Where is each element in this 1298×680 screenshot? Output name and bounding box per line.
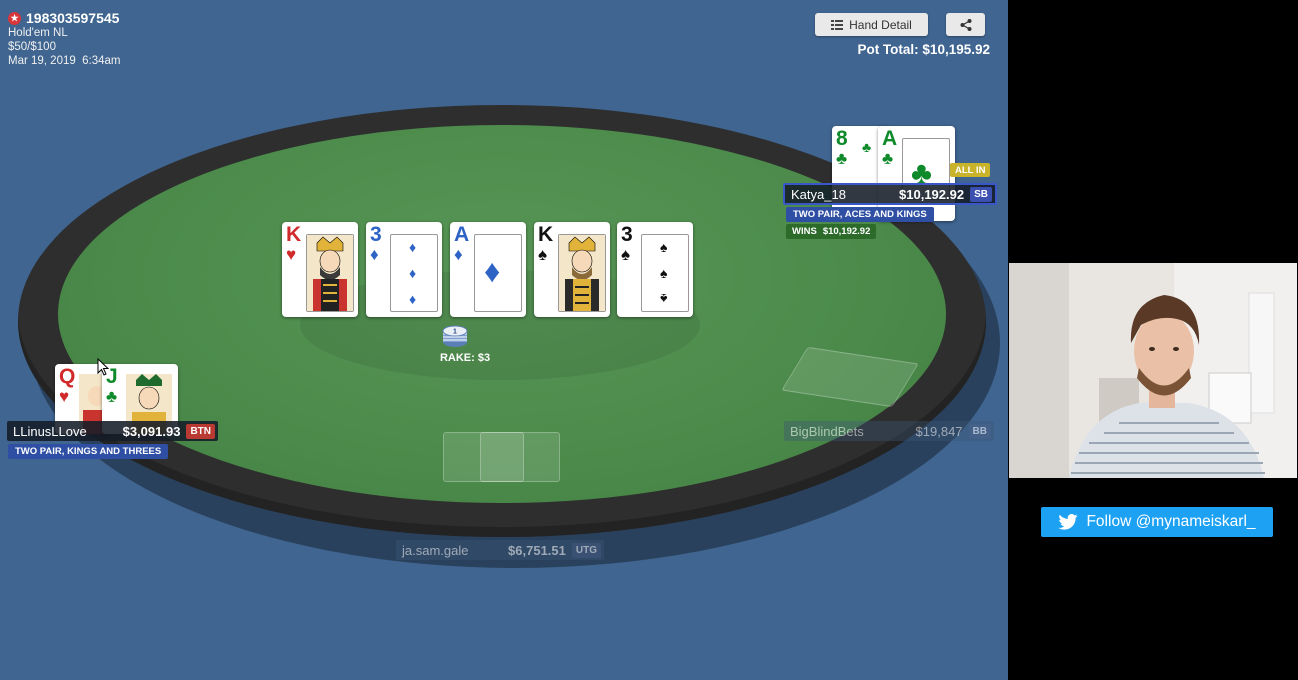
- player-stack: $10,192.92: [899, 186, 965, 202]
- card-face: ♦: [474, 234, 522, 312]
- club-icon: ♣: [106, 387, 118, 406]
- pokerstars-logo-icon: ★: [8, 11, 21, 25]
- bigblind-player-bar[interactable]: BigBlindBets $19,847 BB: [784, 421, 994, 441]
- diamond-icon: ♦: [484, 253, 501, 289]
- chip-stack-icon: 1: [442, 325, 468, 347]
- spade-icon: ♠: [660, 239, 668, 255]
- hand-datetime: Mar 19, 2019 6:34am: [8, 55, 121, 67]
- diamond-icon: ♦: [454, 245, 463, 264]
- card-rank: K: [538, 223, 554, 246]
- katya-player-bar[interactable]: Katya_18 $10,192.92 SB: [783, 183, 997, 205]
- hand-description: TWO PAIR, ACES AND KINGS: [786, 207, 934, 222]
- diamond-icon: ♦: [409, 265, 417, 281]
- king-face-image: [306, 234, 354, 312]
- club-icon: ♣: [882, 149, 894, 168]
- card-rank: 3: [621, 223, 633, 246]
- position-badge: BTN: [186, 423, 215, 439]
- twitter-follow-button[interactable]: Follow @mynameiskarl_: [1041, 507, 1273, 537]
- list-icon: [831, 19, 844, 30]
- player-stack: $3,091.93: [122, 423, 181, 439]
- diamond-icon: ♦: [370, 245, 379, 264]
- share-button[interactable]: [946, 13, 985, 36]
- spade-icon: ♠: [538, 245, 548, 264]
- stakes: $50/$100: [8, 41, 56, 53]
- pot-total: Pot Total: $10,195.92: [857, 42, 990, 57]
- diamond-icon: ♦: [409, 239, 417, 255]
- position-badge: BB: [968, 423, 991, 439]
- board-card-4: K ♠: [534, 222, 610, 317]
- webcam-image: [1009, 263, 1297, 478]
- share-icon: [960, 18, 971, 31]
- linus-player-bar[interactable]: LLinusLLove $3,091.93 BTN: [7, 421, 218, 441]
- heart-icon: ♥: [286, 245, 297, 264]
- card-rank: Q: [59, 365, 76, 388]
- hand-description: TWO PAIR, KINGS AND THREES: [8, 444, 169, 459]
- hand-detail-label: Hand Detail: [849, 17, 912, 32]
- diamond-icon: ♦: [409, 291, 417, 307]
- card-rank: 3: [370, 223, 382, 246]
- hand-id-row: ★ 198303597545: [8, 10, 121, 26]
- twitter-bird-icon: [1058, 514, 1079, 530]
- wins-label: WINS: [792, 226, 817, 237]
- hand-detail-button[interactable]: Hand Detail: [815, 13, 928, 36]
- jasam-player-bar[interactable]: ja.sam.gale $6,751.51 UTG: [396, 540, 604, 560]
- position-badge: UTG: [571, 542, 601, 558]
- card-rank: A: [882, 127, 898, 150]
- hand-id: 198303597545: [26, 10, 120, 26]
- player-stack: $19,847: [915, 423, 963, 439]
- club-icon: ♣: [862, 139, 872, 155]
- wins-amount: $10,192.92: [822, 226, 871, 237]
- card-rank: K: [286, 223, 302, 246]
- heart-icon: ♥: [59, 387, 70, 406]
- card-face: ♠ ♠ ♠: [641, 234, 689, 312]
- player-name: Katya_18: [791, 186, 846, 202]
- chip-value: 1: [453, 329, 457, 336]
- game-type: Hold'em NL: [8, 27, 68, 39]
- card-face: ♦ ♦ ♦: [390, 234, 438, 312]
- player-name: ja.sam.gale: [402, 542, 469, 558]
- player-name: LLinusLLove: [13, 423, 87, 439]
- club-icon: ♣: [836, 149, 848, 168]
- card-rank: A: [454, 223, 470, 246]
- all-in-badge: ALL IN: [950, 163, 991, 177]
- spade-icon: ♠: [621, 245, 631, 264]
- player-stack: $6,751.51: [508, 542, 566, 558]
- poker-replayer: ★ 198303597545 Hold'em NL $50/$100 Mar 1…: [0, 0, 1008, 680]
- board-card-2: 3 ♦ ♦ ♦ ♦: [366, 222, 442, 317]
- player-name: BigBlindBets: [790, 423, 864, 439]
- spade-icon: ♠: [660, 265, 668, 281]
- rake-label: RAKE: $3: [439, 352, 491, 364]
- spade-icon: ♠: [660, 291, 668, 307]
- wins-label-row: WINS $10,192.92: [786, 224, 877, 239]
- board-card-3: A ♦ ♦: [450, 222, 526, 317]
- board-card-1: K ♥: [282, 222, 358, 317]
- position-badge: SB: [970, 186, 992, 202]
- card-rank: 8: [836, 127, 848, 150]
- webcam-video: [1009, 263, 1297, 478]
- empty-seat-slot-bottom-inner: [480, 432, 524, 482]
- hand-info: ★ 198303597545 Hold'em NL $50/$100 Mar 1…: [8, 10, 121, 68]
- follow-label: Follow @mynameiskarl_: [1086, 513, 1256, 530]
- board-card-5: 3 ♠ ♠ ♠ ♠: [617, 222, 693, 317]
- king-face-image: [558, 234, 606, 312]
- mouse-cursor-icon: [97, 357, 110, 381]
